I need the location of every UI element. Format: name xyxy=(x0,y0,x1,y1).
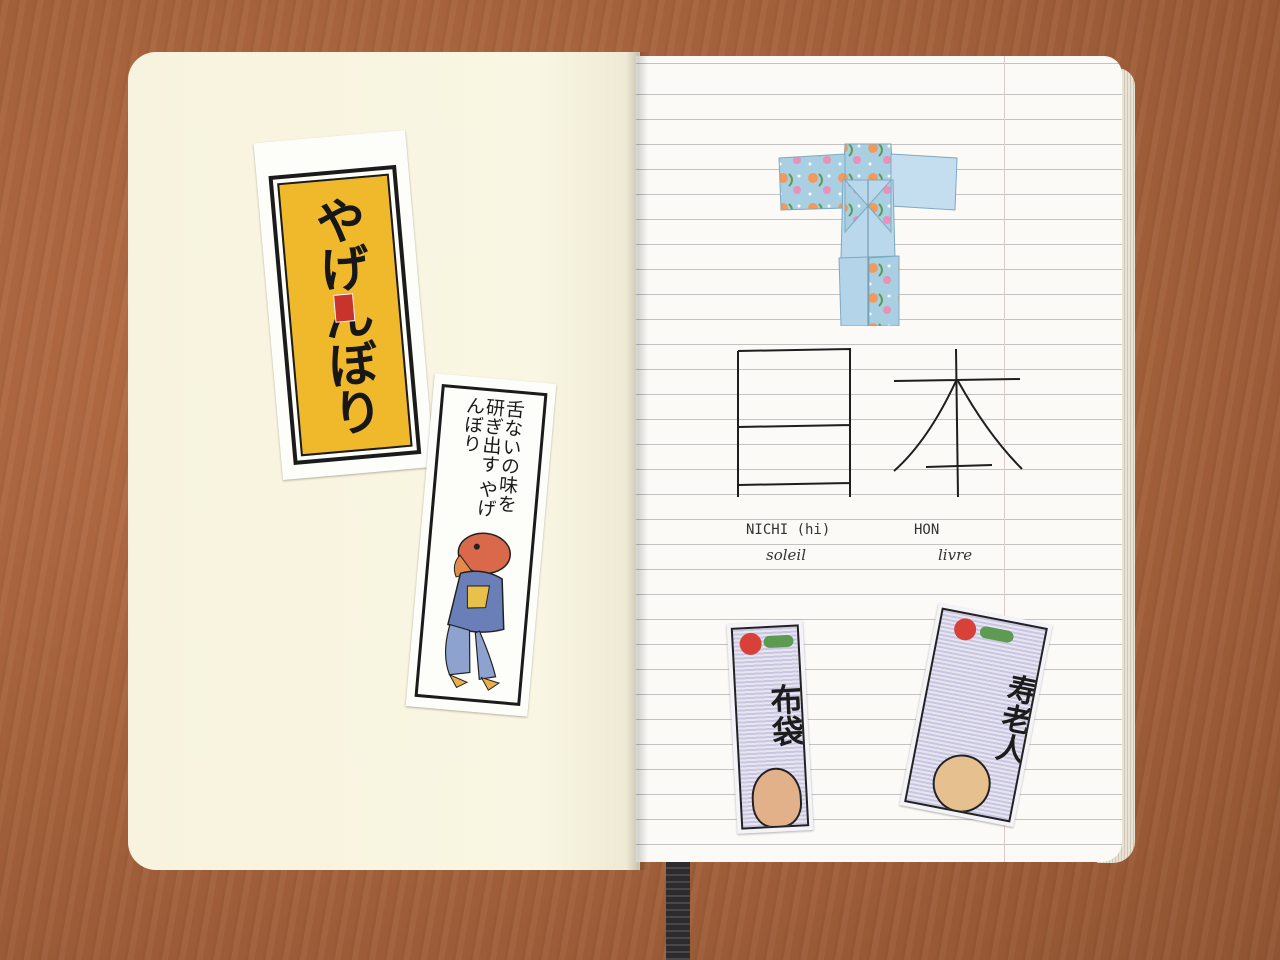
hotei-label: 布袋 xyxy=(764,682,807,749)
hotei-frame: 布袋 xyxy=(730,624,810,830)
hon-reading: HON xyxy=(914,522,940,538)
kanji-nichi-drawing xyxy=(737,347,851,497)
demon-figure-illustration xyxy=(444,532,511,691)
karuta-caption-text: 舌ないの味を研ぎ出す やげんぼり xyxy=(459,394,526,519)
jurojin-label: 寿老人 xyxy=(987,670,1040,766)
leaf-icon xyxy=(978,625,1015,644)
leaf-icon xyxy=(763,634,794,649)
karuta-caption: 舌ないの味を研ぎ出す やげんぼり xyxy=(437,394,540,532)
kanji-hon-drawing xyxy=(893,348,1023,498)
book-gutter xyxy=(626,52,648,870)
yagenbori-sticker: やげんぼり xyxy=(253,130,435,480)
red-seal xyxy=(333,293,356,323)
hotei-figure xyxy=(750,766,804,830)
hon-meaning: livre xyxy=(938,546,973,564)
hotei-sticker: 布袋 xyxy=(726,620,814,834)
red-flower-icon xyxy=(952,616,979,643)
red-flower-icon xyxy=(739,632,763,656)
nichi-meaning: soleil xyxy=(766,546,806,564)
nichi-reading: NICHI (hi) xyxy=(746,522,831,538)
bookmark-ribbon xyxy=(666,862,690,960)
origami-kimono xyxy=(778,143,958,326)
karuta-frame: 舌ないの味を研ぎ出す やげんぼり xyxy=(414,383,548,707)
